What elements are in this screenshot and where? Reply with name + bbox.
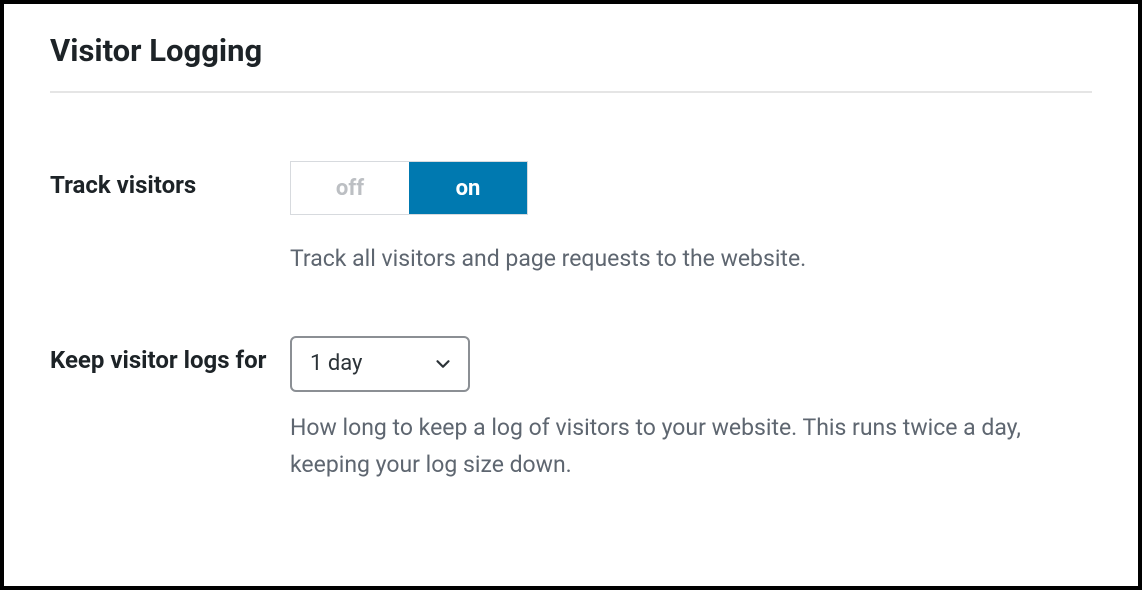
track-visitors-label: Track visitors [50, 161, 290, 201]
chevron-down-icon [432, 353, 454, 375]
track-visitors-description: Track all visitors and page requests to … [290, 241, 1092, 278]
keep-logs-content: 1 day How long to keep a log of visitors… [290, 336, 1092, 484]
divider [50, 91, 1092, 93]
section-title: Visitor Logging [50, 32, 1092, 69]
keep-logs-label: Keep visitor logs for [50, 336, 290, 376]
keep-logs-select-value: 1 day [310, 351, 362, 376]
track-visitors-row: Track visitors off on Track all visitors… [50, 161, 1092, 278]
toggle-off-option[interactable]: off [291, 162, 409, 214]
keep-logs-description: How long to keep a log of visitors to yo… [290, 410, 1092, 484]
keep-logs-row: Keep visitor logs for 1 day How long to … [50, 336, 1092, 484]
visitor-logging-panel: Visitor Logging Track visitors off on Tr… [0, 0, 1142, 590]
keep-logs-select[interactable]: 1 day [290, 336, 470, 392]
toggle-on-option[interactable]: on [409, 162, 527, 214]
track-visitors-content: off on Track all visitors and page reque… [290, 161, 1092, 278]
track-visitors-toggle[interactable]: off on [290, 161, 528, 215]
